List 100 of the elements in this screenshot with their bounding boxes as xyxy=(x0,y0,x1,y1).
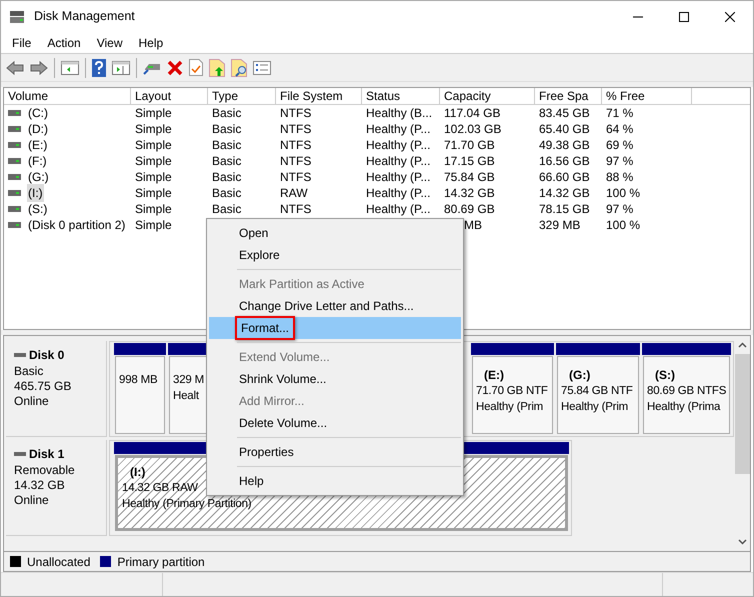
table-cell-text: 117.04 GB xyxy=(444,105,500,122)
column-header[interactable]: Layout xyxy=(131,88,208,104)
drive-label[interactable]: (E:) xyxy=(27,136,48,154)
table-cell-text: 14.32 GB xyxy=(444,185,495,202)
table-cell-text: 71 % xyxy=(606,105,634,122)
table-cell-text: Simple xyxy=(135,201,172,218)
column-header[interactable]: Volume xyxy=(4,88,131,104)
table-cell-text: Simple xyxy=(135,121,172,138)
table-cell-text: NTFS xyxy=(280,137,312,154)
table-cell-text: NTFS xyxy=(280,153,312,170)
menu-item[interactable]: Action xyxy=(39,32,89,54)
window-title: Disk Management xyxy=(34,8,135,26)
column-header[interactable]: Capacity xyxy=(440,88,535,104)
drive-label[interactable]: (D:) xyxy=(27,120,49,138)
table-cell-text: 14.32 GB xyxy=(539,185,590,202)
disk-info: 465.75 GB xyxy=(14,379,72,394)
console-tree-icon[interactable] xyxy=(61,60,79,76)
table-cell-text: Simple xyxy=(135,217,172,234)
close-icon xyxy=(725,12,735,22)
disk-info: Online xyxy=(14,394,50,409)
table-cell-text: Simple xyxy=(135,169,172,186)
drive-icon xyxy=(8,126,21,132)
menu-item[interactable]: Change Drive Letter and Paths... xyxy=(209,295,461,317)
app-icon xyxy=(9,10,25,24)
delete-icon[interactable] xyxy=(167,60,183,76)
menu-item[interactable]: Help xyxy=(130,32,172,54)
drive-icon xyxy=(8,158,21,164)
menu-item[interactable]: Help xyxy=(209,470,461,492)
drive-label[interactable]: (S:) xyxy=(27,200,48,218)
table-cell-text: Healthy (B... xyxy=(366,105,432,122)
table-cell-text: Simple xyxy=(135,153,172,170)
table-cell-text: 80.69 GB xyxy=(444,201,495,218)
maximize-icon xyxy=(679,12,689,22)
column-header[interactable]: File System xyxy=(276,88,362,104)
drive-label[interactable]: (I:) xyxy=(27,184,44,202)
menu-item[interactable]: Explore xyxy=(209,244,461,266)
table-cell-text: Healthy (P... xyxy=(366,121,430,138)
menu-item[interactable]: Shrink Volume... xyxy=(209,368,461,390)
disk-info: Basic xyxy=(14,364,44,379)
drive-label[interactable]: (Disk 0 partition 2) xyxy=(27,216,126,234)
forward-arrow-icon[interactable] xyxy=(30,60,48,76)
drive-icon xyxy=(8,222,21,228)
table-cell-text: 88 % xyxy=(606,169,634,186)
table-cell-text: Basic xyxy=(212,105,242,122)
partition-info: Healt xyxy=(173,389,199,404)
drive-icon xyxy=(8,174,21,180)
menu-item[interactable]: Open xyxy=(209,222,461,244)
table-cell-text: NTFS xyxy=(280,121,312,138)
scroll-up-icon[interactable] xyxy=(738,342,746,348)
scroll-down-icon[interactable] xyxy=(738,539,746,545)
table-cell-text: Simple xyxy=(135,185,172,202)
partition-info: Healthy (Primary Partition) xyxy=(122,497,252,512)
menu-item[interactable]: Properties xyxy=(209,441,461,463)
drive-label[interactable]: (F:) xyxy=(27,152,48,170)
table-cell-text: RAW xyxy=(280,185,308,202)
table-cell-text: 49.38 GB xyxy=(539,137,590,154)
menu-item[interactable]: Format... xyxy=(209,317,461,339)
table-cell-text: 100 % xyxy=(606,185,640,202)
table-cell-text: Basic xyxy=(212,153,242,170)
column-header[interactable]: Free Spa xyxy=(535,88,602,104)
table-cell-text: 64 % xyxy=(606,121,634,138)
scrollbar-thumb[interactable] xyxy=(734,354,750,474)
table-cell-text: Basic xyxy=(212,169,242,186)
table-cell-text: 97 % xyxy=(606,153,634,170)
table-cell-text: Basic xyxy=(212,121,242,138)
disk-name: Disk 1 xyxy=(29,446,64,463)
drive-icon xyxy=(8,110,21,116)
table-cell-text: 329 MB xyxy=(539,217,580,234)
partition-label: (E:) xyxy=(483,367,504,383)
table-cell-text: NTFS xyxy=(280,201,312,218)
checked-document-icon[interactable] xyxy=(189,59,203,76)
checklist-icon[interactable] xyxy=(253,60,271,74)
legend-label: Unallocated xyxy=(27,554,90,570)
column-header[interactable]: Status xyxy=(362,88,440,104)
drive-icon xyxy=(8,142,21,148)
table-cell-text: 65.40 GB xyxy=(539,121,590,138)
table-cell-text: Simple xyxy=(135,137,172,154)
table-cell-text: NTFS xyxy=(280,169,312,186)
menu-item[interactable]: Delete Volume... xyxy=(209,412,461,434)
folder-search-icon[interactable] xyxy=(231,58,247,76)
menu-item[interactable]: File xyxy=(4,32,40,54)
action-pane-icon[interactable] xyxy=(112,60,130,76)
partition-info: 14.32 GB RAW xyxy=(122,481,198,496)
column-header[interactable]: % Free xyxy=(602,88,692,104)
partition-info: Healthy (Prim xyxy=(476,400,544,415)
disk-name: Disk 0 xyxy=(29,347,64,364)
back-arrow-icon[interactable] xyxy=(6,60,24,76)
drive-label[interactable]: (C:) xyxy=(27,104,49,122)
table-cell-text: Healthy (P... xyxy=(366,169,430,186)
table-cell-text: Basic xyxy=(212,201,242,218)
legend-label: Primary partition xyxy=(117,554,205,570)
table-cell-text: 66.60 GB xyxy=(539,169,590,186)
table-cell-text: Healthy (P... xyxy=(366,185,430,202)
column-header[interactable]: Type xyxy=(208,88,276,104)
help-icon[interactable] xyxy=(92,58,106,76)
table-cell-text: Healthy (P... xyxy=(366,201,430,218)
menu-item[interactable]: View xyxy=(88,32,130,54)
drive-label[interactable]: (G:) xyxy=(27,168,50,186)
table-cell-text: Simple xyxy=(135,105,172,122)
folder-up-icon[interactable] xyxy=(209,58,225,76)
